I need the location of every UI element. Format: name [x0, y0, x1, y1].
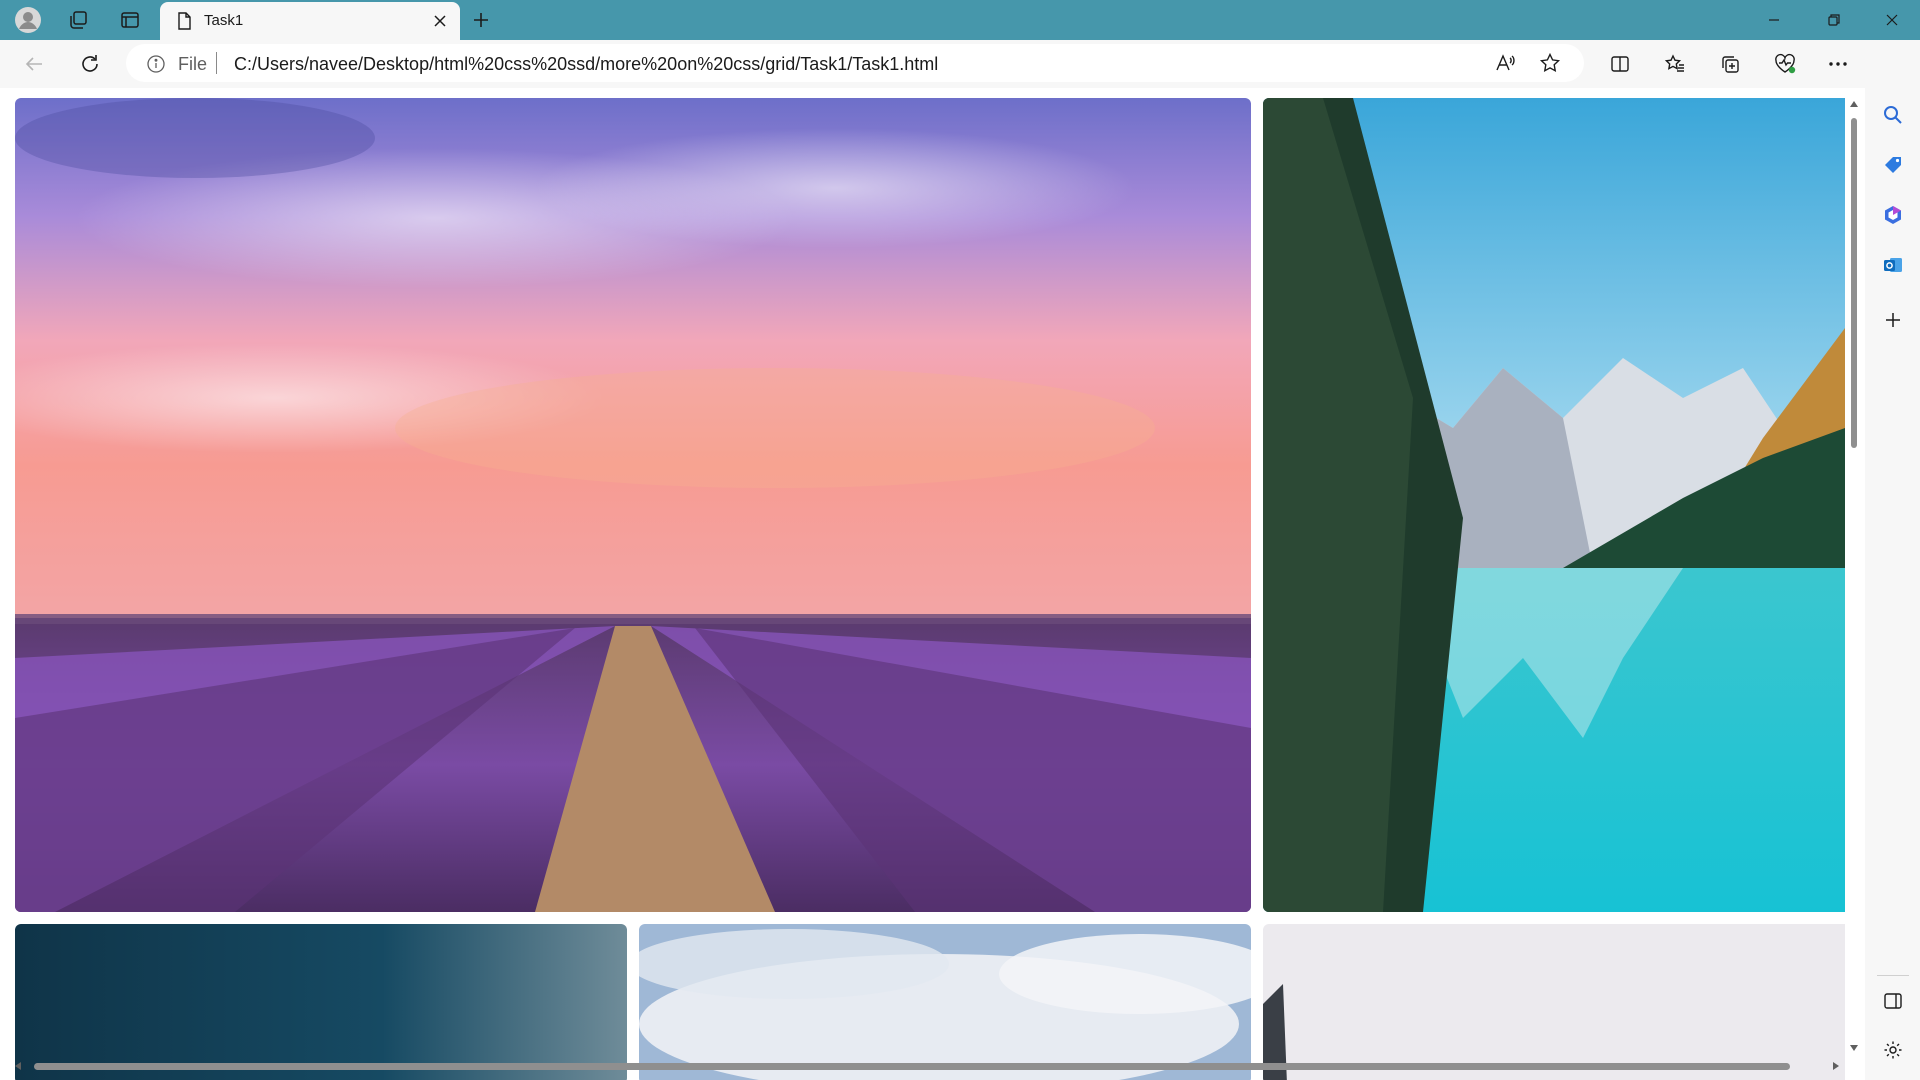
- gallery-image-lavender: [15, 98, 1251, 912]
- minimize-icon[interactable]: [1746, 0, 1802, 40]
- profile-avatar-icon[interactable]: [12, 4, 44, 36]
- read-aloud-icon[interactable]: [1494, 52, 1516, 74]
- hide-sidebar-icon[interactable]: [1878, 986, 1908, 1016]
- scroll-up-icon[interactable]: [1848, 98, 1860, 110]
- shopping-tag-icon[interactable]: [1878, 150, 1908, 180]
- horizontal-scrollbar[interactable]: [10, 1058, 1846, 1074]
- microsoft365-icon[interactable]: [1878, 200, 1908, 230]
- gallery-image-clouds: [639, 924, 1251, 1080]
- sidebar-divider: [1877, 975, 1909, 976]
- plus-icon[interactable]: [466, 5, 496, 35]
- collections-icon[interactable]: [1714, 48, 1746, 80]
- outlook-icon[interactable]: [1878, 250, 1908, 280]
- restore-icon[interactable]: [1806, 0, 1862, 40]
- scroll-left-icon[interactable]: [12, 1060, 24, 1072]
- favorite-star-icon[interactable]: [1539, 52, 1561, 74]
- gallery-image-fog: [1263, 924, 1845, 1080]
- address-separator: [216, 52, 217, 74]
- tab-task1[interactable]: Task1: [160, 2, 460, 40]
- address-bar[interactable]: File C:/Users/navee/Desktop/html%20css%2…: [126, 44, 1584, 82]
- scroll-right-icon[interactable]: [1830, 1060, 1842, 1072]
- browser-essentials-icon[interactable]: [1769, 48, 1801, 80]
- close-icon[interactable]: [430, 11, 450, 31]
- tab-actions-icon[interactable]: [114, 4, 146, 36]
- close-window-icon[interactable]: [1864, 0, 1920, 40]
- title-bar: Task1: [0, 0, 1920, 40]
- add-icon[interactable]: [1878, 305, 1908, 335]
- gallery-image-lake: [1263, 98, 1845, 912]
- browser-toolbar: File C:/Users/navee/Desktop/html%20css%2…: [0, 40, 1920, 88]
- vertical-scroll-thumb[interactable]: [1851, 118, 1857, 448]
- scroll-down-icon[interactable]: [1848, 1042, 1860, 1054]
- info-icon[interactable]: [146, 54, 166, 74]
- refresh-icon[interactable]: [74, 48, 106, 80]
- horizontal-scroll-thumb[interactable]: [34, 1063, 1790, 1070]
- more-icon[interactable]: [1822, 48, 1854, 80]
- page-viewport: [0, 88, 1865, 1080]
- split-screen-icon[interactable]: [1604, 48, 1636, 80]
- tab-title: Task1: [204, 12, 244, 29]
- url-text[interactable]: C:/Users/navee/Desktop/html%20css%20ssd/…: [234, 54, 938, 75]
- page-icon: [174, 11, 194, 31]
- search-icon[interactable]: [1878, 100, 1908, 130]
- favorites-icon[interactable]: [1659, 48, 1691, 80]
- settings-icon[interactable]: [1878, 1035, 1908, 1065]
- workspaces-icon[interactable]: [62, 4, 94, 36]
- back-icon[interactable]: [18, 48, 50, 80]
- vertical-scrollbar[interactable]: [1846, 96, 1862, 1058]
- file-label: File: [178, 54, 208, 74]
- gallery-image-stormy-sky: [15, 924, 627, 1080]
- edge-sidebar: [1865, 40, 1920, 1080]
